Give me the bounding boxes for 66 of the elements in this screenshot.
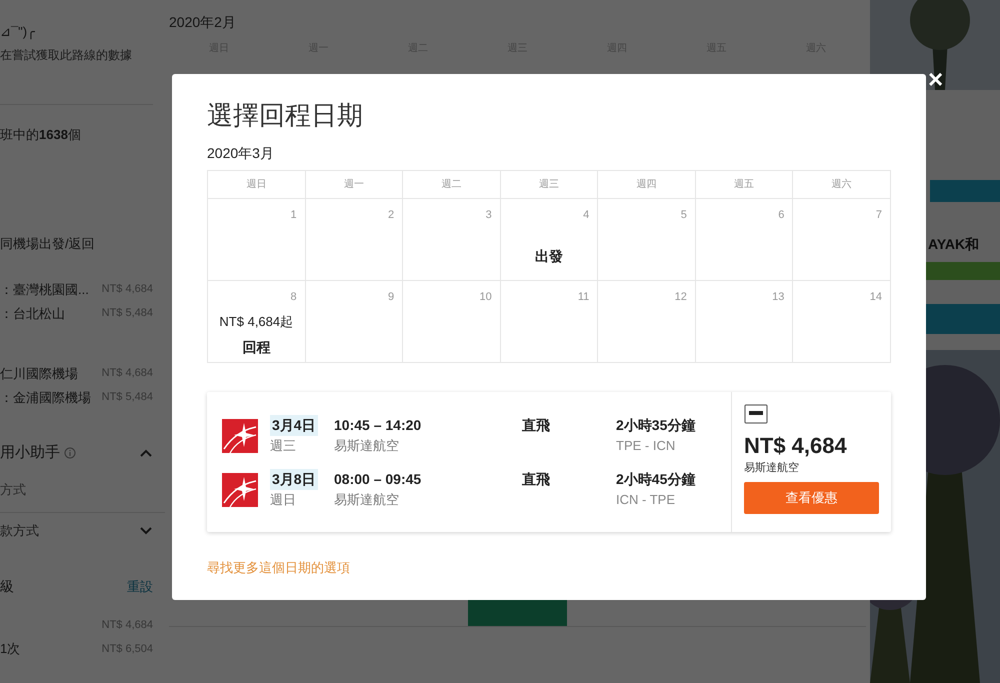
- airport-name: ：臺灣桃園國...: [0, 280, 89, 299]
- day-number: 12: [674, 290, 687, 305]
- date-badge: 3月4日: [270, 414, 318, 436]
- weekday-label: 週四: [598, 171, 696, 199]
- day-number: 7: [876, 208, 882, 223]
- price-text: NT$ 4,684: [744, 432, 848, 460]
- filter-label: 級: [0, 577, 14, 596]
- stops-text: 直飛: [522, 470, 551, 489]
- date-badge: 3月8日: [270, 469, 318, 490]
- weekday-label: 週一: [306, 171, 404, 199]
- info-icon: [64, 446, 76, 459]
- weekday-label: 週二: [403, 171, 501, 199]
- airline-logo-icon: [222, 473, 258, 507]
- payment-select[interactable]: 款方式: [0, 512, 165, 540]
- route-text: TPE - ICN: [616, 436, 676, 454]
- dialog-title: 選擇回程日期: [207, 99, 364, 132]
- month-heading: 2020年3月: [207, 144, 275, 163]
- helper-heading: 用小助手: [0, 442, 60, 462]
- close-button[interactable]: ×: [928, 66, 944, 92]
- weekday-text: 週日: [270, 491, 297, 509]
- chevron-up-icon[interactable]: [139, 448, 153, 458]
- day-number: 11: [578, 290, 590, 305]
- weekday-label: 週六: [793, 171, 891, 199]
- day-number: 10: [479, 290, 492, 305]
- emoticon-text: ⊿¯")╭: [0, 23, 36, 42]
- airline-name: 易斯達航空: [744, 460, 800, 476]
- day-number: 6: [778, 208, 784, 223]
- section-heading: 同機場出發/返回: [0, 235, 96, 253]
- day-label: 出發: [534, 246, 563, 266]
- airline-name: 易斯達航空: [334, 491, 400, 509]
- day-number: 5: [680, 208, 687, 223]
- day-number: 9: [388, 290, 394, 305]
- more-options-link[interactable]: 尋找更多這個日期的選項: [207, 558, 350, 578]
- weekday-label: 週五: [696, 171, 794, 199]
- notice-text: 在嘗試獲取此路線的數據: [0, 46, 133, 64]
- day-number: 1: [290, 208, 297, 223]
- chevron-down-icon: [139, 525, 153, 536]
- filter-label: 方式: [0, 481, 27, 499]
- weekday-text: 週三: [270, 436, 297, 454]
- month-heading: 2020年2月: [169, 13, 237, 32]
- weekday-label: 週日: [208, 171, 306, 199]
- route-text: ICN - TPE: [616, 491, 676, 509]
- day-label: 回程: [242, 338, 270, 357]
- airport-name: 仁川國際機場: [0, 364, 78, 383]
- airport-name: ：金浦國際機場: [0, 388, 91, 407]
- day-number: 13: [772, 290, 784, 305]
- day-number: 4: [583, 208, 590, 223]
- view-deal-button[interactable]: 查看優惠: [744, 482, 879, 514]
- day-number: 14: [870, 290, 882, 305]
- price-label: NT$ 4,684起: [219, 312, 294, 330]
- stops-text: 直飛: [522, 416, 551, 434]
- airline-name: 易斯達航空: [334, 436, 400, 454]
- day-number: 3: [486, 208, 492, 223]
- duration-text: 2小時45分鐘: [616, 470, 696, 489]
- reset-link[interactable]: 重設: [127, 576, 153, 596]
- weekday-label: 週三: [500, 171, 598, 199]
- flight-times: 08:00 – 09:45: [334, 470, 422, 489]
- airport-name: ：台北松山: [0, 304, 65, 323]
- card-icon: [744, 404, 768, 424]
- day-number: 2: [388, 208, 394, 223]
- airline-logo-icon: [222, 418, 258, 452]
- duration-text: 2小時35分鐘: [616, 416, 696, 434]
- flight-times: 10:45 – 14:20: [334, 416, 422, 434]
- summary-text: 班中的1638個: [0, 126, 82, 144]
- airport-name: 1次: [0, 640, 20, 658]
- day-number: 8: [290, 290, 297, 305]
